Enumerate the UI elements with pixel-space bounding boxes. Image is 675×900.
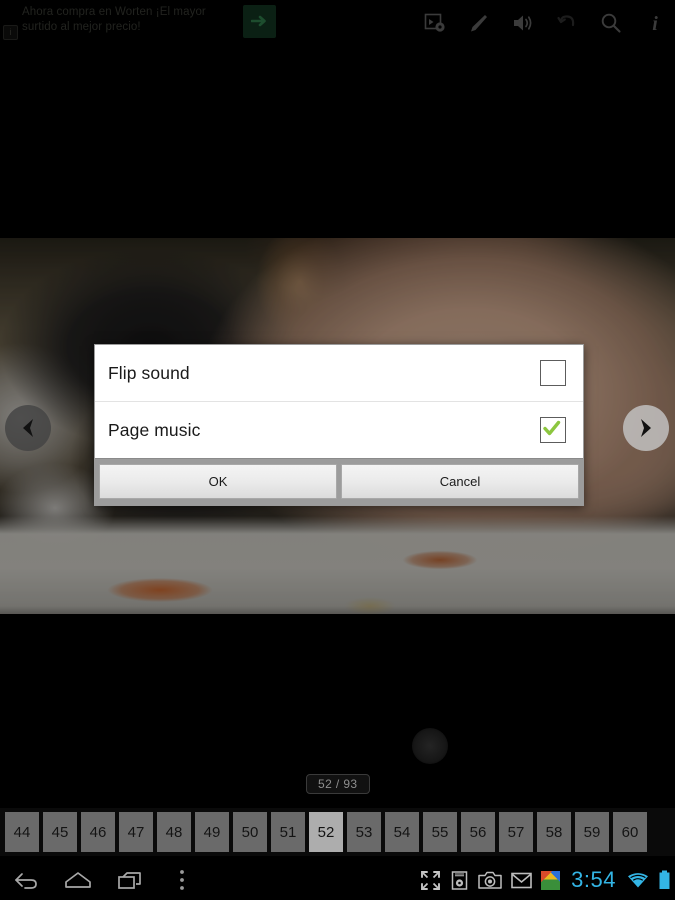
ad-text: Ahora compra en Worten ¡El mayor surtido… — [22, 6, 206, 33]
page-thumbnail[interactable]: 47 — [119, 812, 153, 852]
page-thumbnail[interactable]: 48 — [157, 812, 191, 852]
ad-info-badge[interactable]: i — [3, 25, 18, 40]
wifi-icon — [627, 872, 649, 889]
chevron-left-icon — [15, 415, 41, 441]
battery-icon — [658, 870, 671, 890]
sound-button[interactable] — [507, 7, 539, 39]
bookmark-icon — [468, 12, 490, 34]
page-thumbnail[interactable]: 45 — [43, 812, 77, 852]
page-thumbnail[interactable]: 44 — [5, 812, 39, 852]
dialog-row-page-music[interactable]: Page music — [95, 401, 583, 458]
page-thumbnail-strip[interactable]: 44 45 46 47 48 49 50 51 52 53 54 55 56 57 58 59 60 — [0, 808, 675, 856]
ok-button[interactable]: OK — [99, 464, 337, 499]
page-music-checkbox[interactable] — [540, 417, 566, 443]
page-thumbnail[interactable]: 55 — [423, 812, 457, 852]
camera-icon — [478, 871, 502, 890]
undo-button[interactable] — [551, 7, 583, 39]
tablet-screen: Flip sound Page music OK Cancel i Ahora … — [0, 0, 675, 900]
gmail-button[interactable] — [511, 872, 532, 889]
volume-icon — [512, 12, 534, 34]
page-thumbnail[interactable]: 46 — [81, 812, 115, 852]
page-thumbnail[interactable]: 59 — [575, 812, 609, 852]
recents-icon — [116, 869, 144, 891]
slideshow-settings-icon — [424, 12, 446, 34]
system-nav-buttons — [0, 860, 208, 900]
page-thumbnail[interactable]: 52 — [309, 812, 343, 852]
gmail-icon — [511, 872, 532, 889]
dialog-row-flip-sound[interactable]: Flip sound — [95, 345, 583, 401]
page-thumbnail[interactable]: 50 — [233, 812, 267, 852]
dialog-actions: OK Cancel — [95, 458, 583, 505]
page-thumbnail[interactable]: 53 — [347, 812, 381, 852]
cancel-button[interactable]: Cancel — [341, 464, 579, 499]
page-thumbnail[interactable]: 54 — [385, 812, 419, 852]
system-navigation-bar: 3:54 — [0, 860, 675, 900]
ad-cta-button[interactable] — [243, 5, 276, 38]
page-indicator: 52 / 93 — [306, 774, 370, 794]
back-button[interactable] — [0, 860, 52, 900]
page-thumbnail[interactable]: 58 — [537, 812, 571, 852]
flip-sound-checkbox[interactable] — [540, 360, 566, 386]
screenshot-button[interactable] — [450, 870, 469, 891]
fullscreen-icon — [420, 870, 441, 891]
prev-page-button[interactable] — [5, 405, 51, 451]
info-button[interactable]: i — [639, 7, 671, 39]
bookmark-button[interactable] — [463, 7, 495, 39]
loading-indicator — [412, 728, 448, 764]
next-page-button[interactable] — [623, 405, 669, 451]
system-status-icons: 3:54 — [420, 860, 671, 900]
info-icon: i — [644, 12, 666, 34]
recents-button[interactable] — [104, 860, 156, 900]
page-thumbnail[interactable]: 60 — [613, 812, 647, 852]
arrow-right-icon — [243, 13, 276, 29]
battery-indicator[interactable] — [658, 870, 671, 890]
fullscreen-button[interactable] — [420, 870, 441, 891]
back-icon — [12, 869, 40, 891]
search-button[interactable] — [595, 7, 627, 39]
home-icon — [63, 869, 93, 891]
search-icon — [600, 12, 622, 34]
page-thumbnail[interactable]: 51 — [271, 812, 305, 852]
overflow-menu-icon — [177, 868, 187, 892]
undo-icon — [556, 12, 578, 34]
screenshot-icon — [450, 870, 469, 891]
overflow-menu-button[interactable] — [156, 860, 208, 900]
page-thumbnail[interactable]: 57 — [499, 812, 533, 852]
page-music-label: Page music — [108, 419, 201, 440]
slideshow-settings-button[interactable] — [419, 7, 451, 39]
svg-text:i: i — [652, 13, 658, 34]
page-thumbnail[interactable]: 56 — [461, 812, 495, 852]
gallery-app-icon — [541, 870, 561, 890]
camera-button[interactable] — [478, 871, 502, 890]
wifi-indicator[interactable] — [627, 872, 649, 889]
gallery-app-button[interactable] — [541, 870, 561, 890]
status-clock: 3:54 — [571, 867, 616, 892]
chevron-right-icon — [633, 415, 659, 441]
home-button[interactable] — [52, 860, 104, 900]
flip-sound-label: Flip sound — [108, 362, 190, 383]
page-thumbnail[interactable]: 49 — [195, 812, 229, 852]
sound-settings-dialog: Flip sound Page music OK Cancel — [94, 344, 584, 506]
viewer-toolbar: i — [410, 0, 675, 46]
